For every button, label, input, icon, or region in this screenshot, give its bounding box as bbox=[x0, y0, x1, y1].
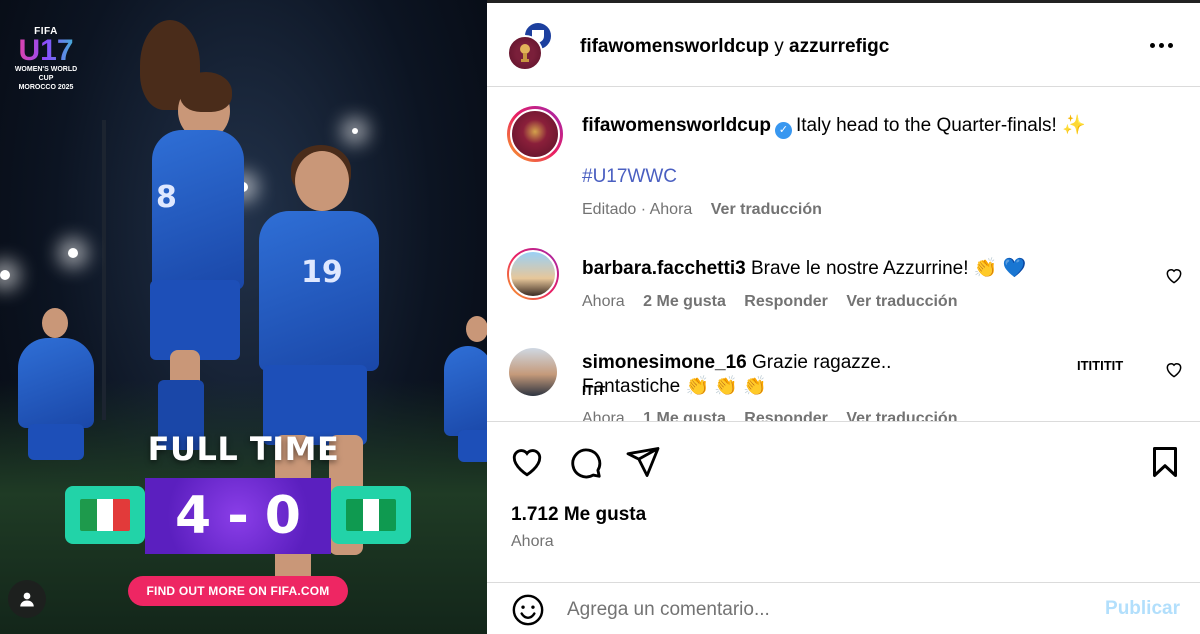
more-options-button[interactable] bbox=[1146, 33, 1176, 57]
away-team-box bbox=[331, 486, 411, 544]
comment-composer: Publicar bbox=[487, 582, 1200, 634]
commenter-avatar[interactable] bbox=[507, 248, 559, 300]
jersey-number-19: 19 bbox=[301, 255, 343, 290]
floodlight bbox=[352, 128, 358, 134]
comment-item: simonesimone_16 Grazie ragazze.. Fantast… bbox=[487, 334, 1200, 421]
caption-meta: Editado · Ahora Ver traducción bbox=[582, 201, 836, 219]
logo-line1: WOMEN'S WORLD CUP bbox=[14, 66, 78, 82]
author-link-2[interactable]: azzurrefigc bbox=[789, 36, 889, 57]
away-score: 0 bbox=[264, 486, 301, 546]
comment-item: barbara.facchetti3 Brave le nostre Azzur… bbox=[487, 238, 1200, 328]
fifa-link-button[interactable]: FIND OUT MORE ON FIFA.COM bbox=[128, 576, 348, 606]
more-dots-icon bbox=[1149, 42, 1155, 48]
caption-body: Italy head to the Quarter-finals! ✨ bbox=[795, 115, 1086, 136]
score-display: 4 - 0 bbox=[145, 478, 331, 554]
jersey-number-8: 8 bbox=[156, 180, 177, 215]
caption-avatar[interactable] bbox=[507, 106, 563, 162]
reply-button[interactable]: Responder bbox=[744, 293, 828, 310]
post-details-panel: fifawomensworldcup y azzurrefigc fifawom… bbox=[487, 0, 1200, 634]
collab-avatars[interactable] bbox=[507, 21, 553, 73]
background-player bbox=[0, 300, 110, 500]
author-conjunction: y bbox=[774, 36, 784, 57]
share-send-icon[interactable] bbox=[625, 444, 661, 480]
scoreboard: 4 - 0 bbox=[65, 478, 411, 554]
comment-likes[interactable]: 2 Me gusta bbox=[643, 293, 726, 310]
publish-button[interactable]: Publicar bbox=[1105, 598, 1180, 620]
comment-text: barbara.facchetti3 Brave le nostre Azzur… bbox=[582, 257, 1026, 281]
post-caption: fifawomensworldcup ✓ Italy head to the Qua… bbox=[487, 88, 1200, 238]
commenter-username[interactable]: simonesimone_16 bbox=[582, 352, 747, 373]
comment-time: Ahora bbox=[582, 410, 625, 421]
comment-flags-text: ITITITIT bbox=[1077, 358, 1124, 373]
person-icon bbox=[20, 592, 34, 607]
caption-translate-link[interactable]: Ver traducción bbox=[711, 201, 822, 218]
logo-u17-text: U17 bbox=[8, 36, 84, 66]
trophy-icon bbox=[520, 44, 530, 62]
fifawomensworldcup-avatar[interactable] bbox=[507, 35, 543, 71]
floodlight bbox=[0, 270, 10, 280]
post-media[interactable]: FIFA U17 WOMEN'S WORLD CUP MOROCCO 2025 … bbox=[0, 0, 487, 634]
post-authors: fifawomensworldcup y azzurrefigc bbox=[580, 36, 889, 58]
comment-time: Ahora bbox=[582, 293, 625, 310]
caption-edited-time: Editado · Ahora bbox=[582, 201, 693, 218]
comments-list[interactable]: fifawomensworldcup ✓ Italy head to the Qua… bbox=[487, 88, 1200, 421]
floodlight bbox=[68, 248, 78, 258]
translate-link[interactable]: Ver traducción bbox=[846, 410, 957, 421]
post-header: fifawomensworldcup y azzurrefigc bbox=[487, 3, 1200, 87]
comment-like-heart-icon[interactable] bbox=[1164, 266, 1184, 286]
tournament-logo: FIFA U17 WOMEN'S WORLD CUP MOROCCO 2025 bbox=[8, 26, 84, 96]
post-time[interactable]: Ahora bbox=[511, 533, 554, 551]
caption-username[interactable]: fifawomensworldcup bbox=[582, 115, 771, 136]
comment-meta: Ahora 1 Me gusta Responder Ver traducció… bbox=[582, 410, 971, 421]
score-separator: - bbox=[227, 486, 249, 546]
full-time-label: FULL TIME bbox=[147, 430, 340, 468]
italy-flag-icon bbox=[80, 499, 130, 531]
comment-like-heart-icon[interactable] bbox=[1164, 360, 1184, 380]
emoji-icon[interactable] bbox=[511, 593, 545, 627]
logo-line2: MOROCCO 2025 bbox=[18, 84, 74, 91]
home-score: 4 bbox=[175, 486, 212, 546]
commenter-avatar[interactable] bbox=[509, 348, 557, 396]
like-heart-icon[interactable] bbox=[509, 444, 545, 480]
commenter-username[interactable]: barbara.facchetti3 bbox=[582, 258, 746, 279]
post-actions: 1.712 Me gusta Ahora bbox=[487, 421, 1200, 571]
verified-badge-icon: ✓ bbox=[774, 122, 792, 139]
translate-link[interactable]: Ver traducción bbox=[846, 293, 957, 310]
likes-count[interactable]: 1.712 Me gusta bbox=[511, 504, 646, 526]
comment-meta: Ahora 2 Me gusta Responder Ver traducció… bbox=[582, 293, 971, 311]
comment-bubble-icon[interactable] bbox=[567, 444, 603, 480]
caption-text-line: fifawomensworldcup ✓ Italy head to the Qua… bbox=[582, 114, 1086, 139]
author-link-1[interactable]: fifawomensworldcup bbox=[580, 36, 769, 57]
caption-hashtag[interactable]: #U17WWC bbox=[582, 166, 677, 188]
comment-body: Brave le nostre Azzurrine! 👏 💙 bbox=[750, 258, 1027, 279]
comment-likes[interactable]: 1 Me gusta bbox=[643, 410, 726, 421]
player-number-8: 8 bbox=[130, 10, 260, 450]
home-team-box bbox=[65, 486, 145, 544]
save-bookmark-icon[interactable] bbox=[1147, 444, 1183, 480]
tagged-users-button[interactable] bbox=[8, 580, 46, 618]
comment-flags-text-2: ITIT bbox=[582, 383, 606, 398]
comment-input[interactable] bbox=[567, 595, 1087, 625]
nigeria-flag-icon bbox=[346, 499, 396, 531]
comment-text: simonesimone_16 Grazie ragazze.. Fantast… bbox=[582, 351, 982, 399]
reply-button[interactable]: Responder bbox=[744, 410, 828, 421]
